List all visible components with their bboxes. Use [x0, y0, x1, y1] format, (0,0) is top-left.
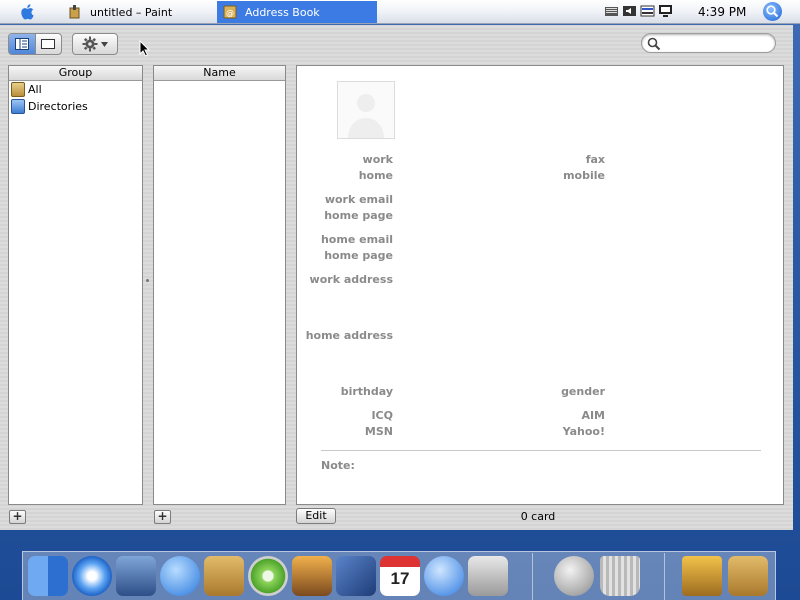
view-mode-control: [8, 33, 62, 55]
volume-icon[interactable]: [622, 4, 637, 18]
ical-icon[interactable]: 17: [380, 556, 420, 596]
mouse-pointer-icon: [139, 40, 150, 57]
itunes-icon[interactable]: [248, 556, 288, 596]
pencil-cup-icon[interactable]: [682, 556, 722, 596]
note-divider: [321, 450, 761, 451]
svg-text:@: @: [226, 9, 234, 18]
search-field[interactable]: [641, 33, 776, 53]
taskbar-item-address-book[interactable]: @ Address Book: [217, 1, 377, 23]
columns-view-icon: [14, 38, 29, 50]
system-preferences-icon[interactable]: [468, 556, 508, 596]
battery-icon[interactable]: [640, 4, 655, 18]
keyboard-icon[interactable]: [604, 4, 619, 18]
chevron-down-icon: [101, 41, 108, 47]
note-label: Note:: [321, 459, 355, 472]
add-group-button[interactable]: +: [9, 510, 26, 524]
yahoo-label: Yahoo!: [562, 425, 605, 438]
group-item-all[interactable]: All: [9, 81, 142, 98]
home-email-label: home email: [320, 233, 393, 246]
msn-label: MSN: [364, 425, 393, 438]
mobile-label: mobile: [563, 169, 605, 182]
finder-icon[interactable]: [28, 556, 68, 596]
dock-separator: [532, 553, 533, 600]
fax-label: fax: [585, 153, 605, 166]
edit-button[interactable]: Edit: [296, 508, 336, 524]
dock-separator: [664, 553, 665, 600]
search-icon: [647, 37, 661, 51]
gender-label: gender: [561, 385, 605, 398]
column-splitter-handle[interactable]: [146, 279, 149, 282]
address-book-icon: @: [223, 5, 237, 19]
directory-icon: [11, 99, 25, 114]
gear-icon: [82, 36, 98, 52]
home-address-label: home address: [305, 329, 393, 342]
home-homepage-label: home page: [324, 249, 393, 262]
card-and-columns-view-button[interactable]: [9, 34, 35, 54]
group-item-label: Directories: [28, 100, 88, 113]
iphoto-icon[interactable]: [292, 556, 332, 596]
work-homepage-label: home page: [324, 209, 393, 222]
group-column-header[interactable]: Group: [9, 66, 142, 81]
ichat-icon[interactable]: [160, 556, 200, 596]
mail-icon[interactable]: [116, 556, 156, 596]
home-phone-label: home: [358, 169, 393, 182]
taskbar-item-label: untitled – Paint: [90, 5, 173, 19]
imovie-icon[interactable]: [336, 556, 376, 596]
trash-icon[interactable]: [600, 556, 640, 596]
aim-label: AIM: [581, 409, 605, 422]
name-column: Name: [153, 65, 286, 505]
search-input[interactable]: [664, 36, 769, 50]
address-book-window: Group All Directories Name work home fax…: [0, 25, 793, 530]
taskbar-item-paint[interactable]: untitled – Paint: [62, 1, 210, 23]
contact-photo-placeholder[interactable]: [337, 81, 395, 139]
work-address-label: work address: [309, 273, 393, 286]
display-icon[interactable]: [658, 4, 673, 18]
taskbar-item-label: Address Book: [245, 5, 320, 19]
address-book-icon: [11, 82, 25, 97]
name-column-header[interactable]: Name: [154, 66, 285, 81]
clock[interactable]: 4:39 PM: [698, 5, 746, 19]
group-item-directories[interactable]: Directories: [9, 98, 142, 115]
card-view-icon: [41, 39, 56, 49]
work-email-label: work email: [324, 193, 393, 206]
group-column: Group All Directories: [8, 65, 143, 505]
address-book-icon[interactable]: [204, 556, 244, 596]
group-item-label: All: [28, 83, 42, 96]
safari-icon[interactable]: [72, 556, 112, 596]
system-tray: [604, 4, 673, 18]
contact-card: work home fax mobile work email home pag…: [296, 65, 784, 505]
quicktime-icon[interactable]: [424, 556, 464, 596]
work-phone-label: work: [362, 153, 393, 166]
person-silhouette-icon: [348, 94, 384, 138]
action-menu-button[interactable]: [72, 33, 118, 55]
ical-date: 17: [390, 569, 410, 588]
mail-stamp-icon[interactable]: [554, 556, 594, 596]
birthday-label: birthday: [340, 385, 393, 398]
icq-label: ICQ: [371, 409, 393, 422]
paint-icon: [68, 5, 82, 19]
apple-menu-icon[interactable]: [18, 2, 38, 22]
add-person-button[interactable]: +: [154, 510, 171, 524]
spotlight-icon[interactable]: [763, 2, 782, 21]
card-count: 0 card: [520, 510, 556, 523]
address-book-icon[interactable]: [728, 556, 768, 596]
taskbar: untitled – Paint @ Address Book 4:39 PM: [0, 0, 800, 24]
card-only-view-button[interactable]: [34, 34, 61, 54]
